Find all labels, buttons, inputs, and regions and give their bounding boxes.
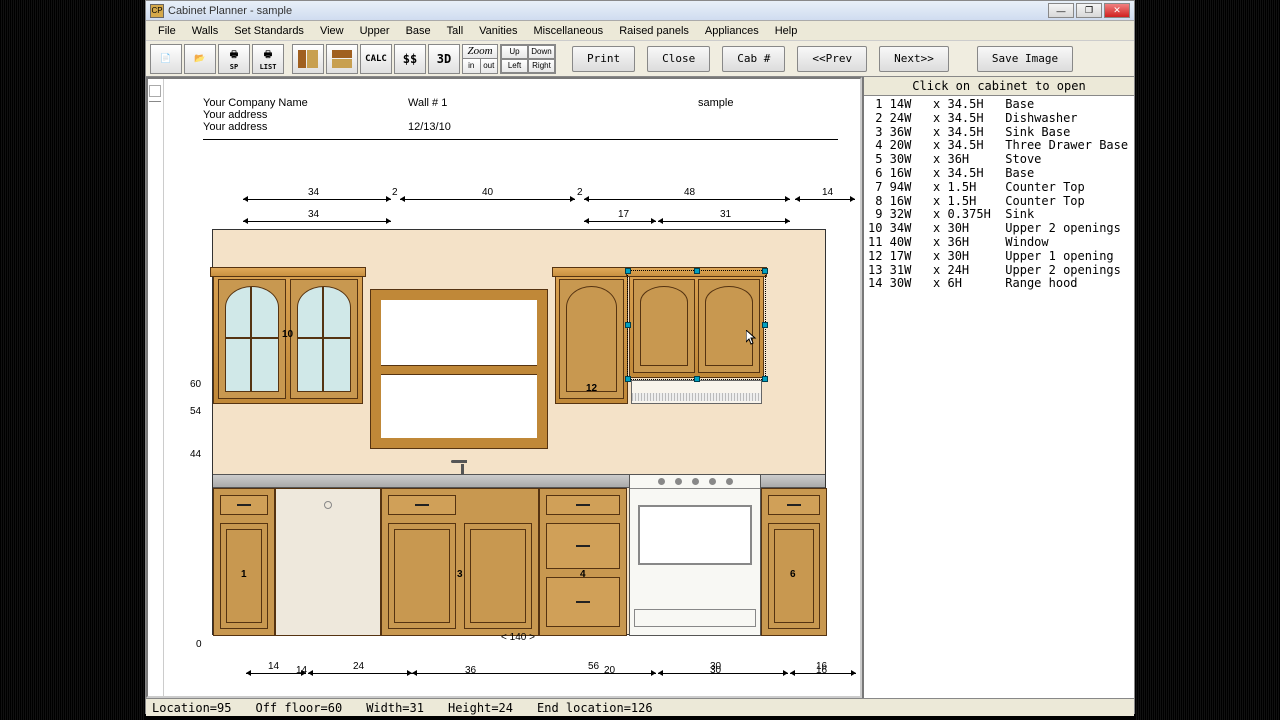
pan-down-button[interactable]: Down <box>528 45 555 59</box>
menu-raised-panels[interactable]: Raised panels <box>611 23 697 39</box>
company-name: Your Company Name <box>203 97 408 109</box>
status-end-location: End location=126 <box>537 701 653 715</box>
menu-view[interactable]: View <box>312 23 352 39</box>
list-item[interactable]: 4 20W x 34.5H Three Drawer Base <box>868 139 1130 153</box>
list-item[interactable]: 14 30W x 6H Range hood <box>868 277 1130 291</box>
view-layout-2-icon[interactable] <box>326 44 358 74</box>
pan-left-button[interactable]: Left <box>501 59 528 73</box>
open-icon[interactable]: 📂 <box>184 44 216 74</box>
list-header: Click on cabinet to open <box>864 77 1134 96</box>
next-button[interactable]: Next>> <box>879 46 949 72</box>
faucet-icon <box>451 460 475 474</box>
vdim-44: 44 <box>190 449 201 460</box>
app-window: CP Cabinet Planner - sample — ❐ ✕ File W… <box>145 0 1135 714</box>
close-button[interactable]: Close <box>647 46 710 72</box>
maximize-button[interactable]: ❐ <box>1076 3 1102 18</box>
list-item[interactable]: 7 94W x 1.5H Counter Top <box>868 181 1130 195</box>
cabinet-1[interactable]: 1 <box>213 488 275 636</box>
menu-vanities[interactable]: Vanities <box>471 23 525 39</box>
pan-up-button[interactable]: Up <box>501 45 528 59</box>
window-title: Cabinet Planner - sample <box>168 5 1048 17</box>
menu-help[interactable]: Help <box>767 23 806 39</box>
view-layout-1-icon[interactable] <box>292 44 324 74</box>
total-width: < 140 > <box>178 632 858 643</box>
sp-print-icon[interactable]: 🖶SP <box>218 44 250 74</box>
cabinet-3[interactable]: 3 <box>381 488 539 636</box>
list-item[interactable]: 12 17W x 30H Upper 1 opening <box>868 250 1130 264</box>
list-item[interactable]: 13 31W x 24H Upper 2 openings <box>868 264 1130 278</box>
3d-icon[interactable]: 3D <box>428 44 460 74</box>
menu-walls[interactable]: Walls <box>184 23 226 39</box>
close-window-button[interactable]: ✕ <box>1104 3 1130 18</box>
list-item[interactable]: 6 16W x 34.5H Base <box>868 167 1130 181</box>
titlebar: CP Cabinet Planner - sample — ❐ ✕ <box>146 1 1134 21</box>
cabinet-10[interactable]: 10 <box>213 274 363 404</box>
menu-misc[interactable]: Miscellaneous <box>525 23 611 39</box>
wall-elevation: 10 12 <box>212 229 826 635</box>
content-area: Your Company NameWall # 1sample Your add… <box>146 77 1134 698</box>
cab-number-button[interactable]: Cab # <box>722 46 785 72</box>
drawing-canvas[interactable]: Your Company NameWall # 1sample Your add… <box>146 77 862 698</box>
gutter-checkbox[interactable] <box>149 85 161 97</box>
list-item[interactable]: 8 16W x 1.5H Counter Top <box>868 195 1130 209</box>
vdim-60: 60 <box>190 379 201 390</box>
status-width: Width=31 <box>366 701 424 715</box>
cost-icon[interactable]: $$ <box>394 44 426 74</box>
prev-button[interactable]: <<Prev <box>797 46 867 72</box>
left-gutter <box>148 79 164 696</box>
cabinet-13[interactable] <box>629 274 764 378</box>
menu-appliances[interactable]: Appliances <box>697 23 767 39</box>
zoom-control: Zoom in out <box>462 44 498 74</box>
list-item[interactable]: 3 36W x 34.5H Sink Base <box>868 126 1130 140</box>
cabinet-4[interactable]: 4 <box>539 488 627 636</box>
wall-label: Wall # 1 <box>408 97 698 109</box>
vdim-54: 54 <box>190 406 201 417</box>
zoom-in-button[interactable]: in <box>463 59 481 73</box>
menu-file[interactable]: File <box>150 23 184 39</box>
list-item[interactable]: 5 30W x 36H Stove <box>868 153 1130 167</box>
statusbar: Location=95 Off floor=60 Width=31 Height… <box>146 698 1134 716</box>
list-item[interactable]: 11 40W x 36H Window <box>868 236 1130 250</box>
menu-set-standards[interactable]: Set Standards <box>226 23 312 39</box>
address-2: Your address <box>203 121 408 133</box>
status-off-floor: Off floor=60 <box>255 701 342 715</box>
zoom-label: Zoom <box>463 45 497 60</box>
status-location: Location=95 <box>152 701 231 715</box>
zoom-out-button[interactable]: out <box>481 59 498 73</box>
menu-base[interactable]: Base <box>398 23 439 39</box>
save-image-button[interactable]: Save Image <box>977 46 1073 72</box>
list-item[interactable]: 2 24W x 34.5H Dishwasher <box>868 112 1130 126</box>
print-button[interactable]: Print <box>572 46 635 72</box>
pan-control: Up Down Left Right <box>500 44 556 74</box>
stove-5[interactable] <box>629 474 761 636</box>
minimize-button[interactable]: — <box>1048 3 1074 18</box>
pan-right-button[interactable]: Right <box>528 59 555 73</box>
list-item[interactable]: 9 32W x 0.375H Sink <box>868 208 1130 222</box>
toolbar: 📄 📂 🖶SP 🖶LIST CALC $$ 3D Zoom in out Up … <box>146 41 1134 77</box>
address-1: Your address <box>203 109 408 121</box>
cabinet-12[interactable]: 12 <box>555 274 628 404</box>
cabinet-6[interactable]: 6 <box>761 488 827 636</box>
menu-upper[interactable]: Upper <box>352 23 398 39</box>
window-11[interactable] <box>371 290 547 448</box>
list-item[interactable]: 1 14W x 34.5H Base <box>868 98 1130 112</box>
date: 12/13/10 <box>408 121 698 133</box>
gutter-dash-icon <box>149 101 161 102</box>
project-name: sample <box>698 97 733 109</box>
list-print-icon[interactable]: 🖶LIST <box>252 44 284 74</box>
range-hood-14[interactable] <box>631 380 762 404</box>
cursor-icon <box>746 330 758 346</box>
menubar: File Walls Set Standards View Upper Base… <box>146 21 1134 41</box>
calc-icon[interactable]: CALC <box>360 44 392 74</box>
list-item[interactable]: 10 34W x 30H Upper 2 openings <box>868 222 1130 236</box>
new-icon[interactable]: 📄 <box>150 44 182 74</box>
cabinet-list-panel: Click on cabinet to open 1 14W x 34.5H B… <box>862 77 1134 698</box>
app-icon: CP <box>150 4 164 18</box>
status-height: Height=24 <box>448 701 513 715</box>
dishwasher-2[interactable] <box>275 488 381 636</box>
drawing-header: Your Company NameWall # 1sample Your add… <box>203 97 830 140</box>
menu-tall[interactable]: Tall <box>439 23 472 39</box>
cabinet-list[interactable]: 1 14W x 34.5H Base 2 24W x 34.5H Dishwas… <box>864 96 1134 698</box>
